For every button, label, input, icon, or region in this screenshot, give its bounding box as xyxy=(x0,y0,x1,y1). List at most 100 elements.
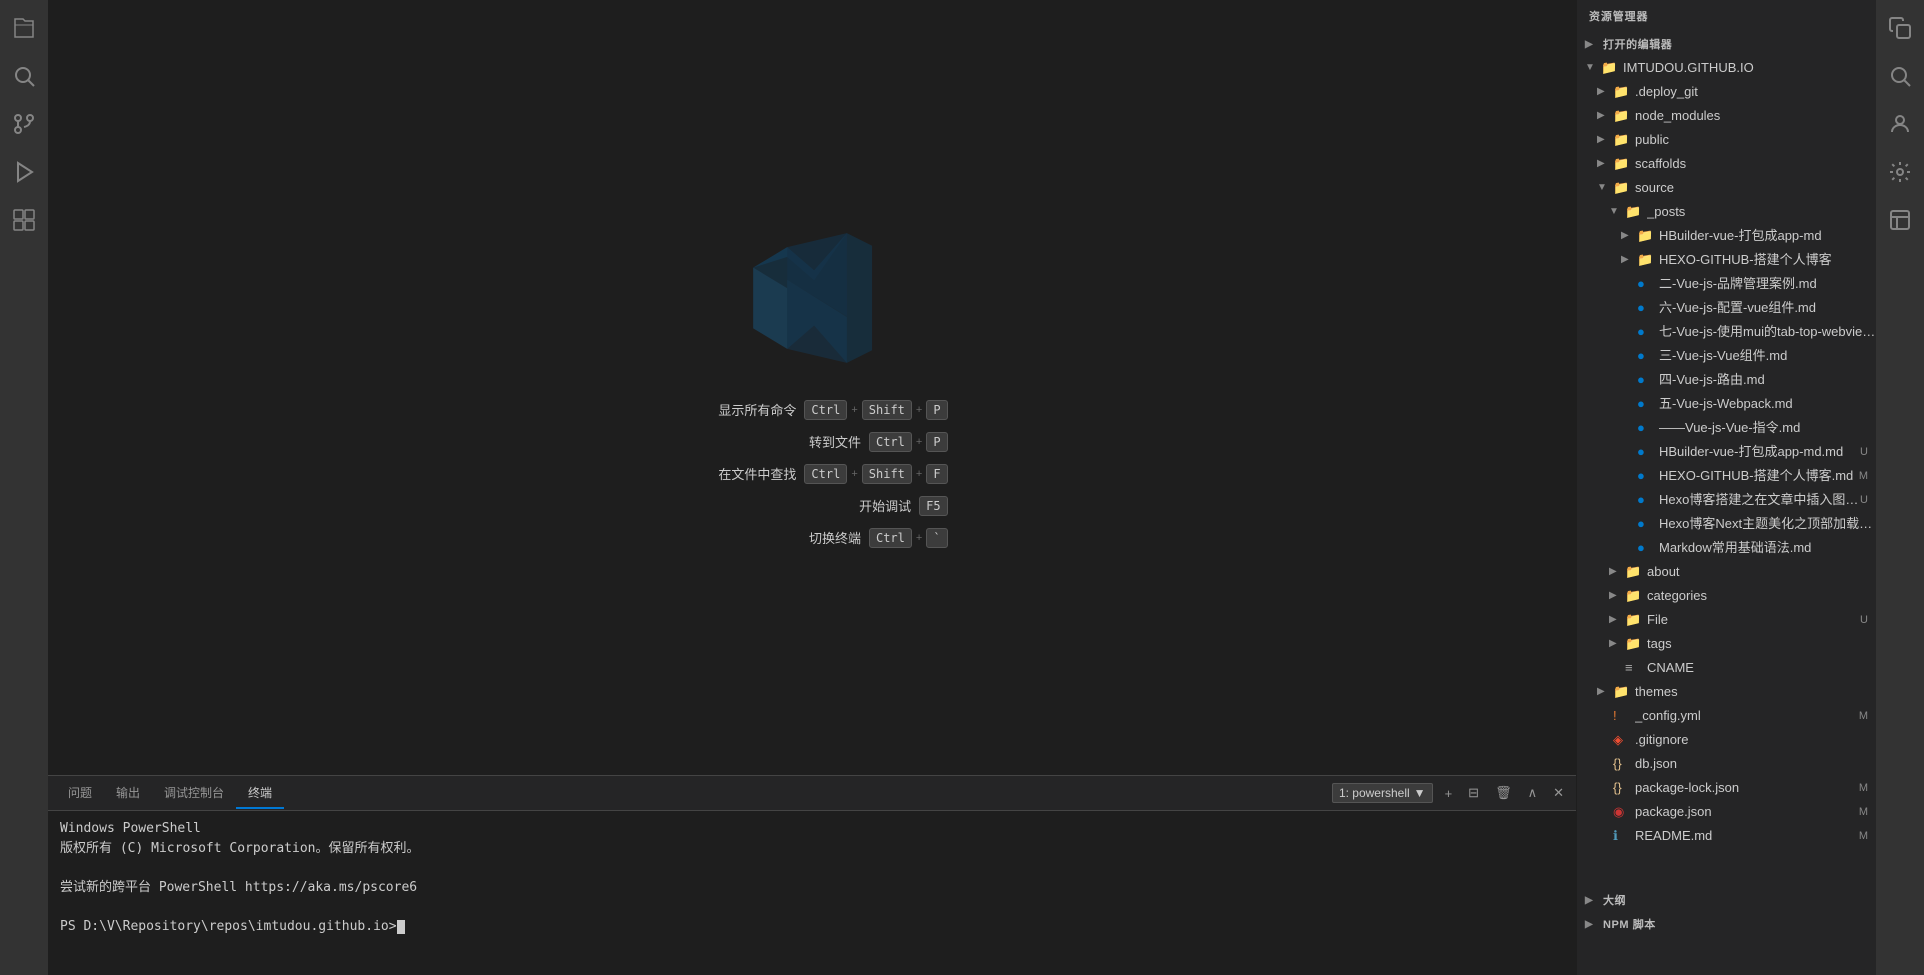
tree-item-file-folder[interactable]: ▶ 📁 File U xyxy=(1577,608,1876,632)
markdown-dot: ● xyxy=(1637,537,1655,559)
vue-webpack-dot: ● xyxy=(1637,393,1655,415)
outline-arrow: ▶ xyxy=(1585,895,1601,906)
public-icon: 📁 xyxy=(1613,129,1631,151)
hbuilder2-label: HBuilder-vue-打包成app-md.md xyxy=(1659,441,1860,463)
add-terminal-button[interactable]: + xyxy=(1441,784,1457,803)
kbd-group-find: Ctrl + Shift + F xyxy=(804,464,947,484)
file-folder-badge: U xyxy=(1860,609,1868,631)
kbd-group-file: Ctrl + P xyxy=(869,432,948,452)
kbd-backtick: ` xyxy=(926,528,947,548)
terminal-panel: 问题 输出 调试控制台 终端 1: powershell ▼ + ⊟ 🗑 ∧ ✕… xyxy=(48,775,1576,975)
tree-item-package-lock[interactable]: {} package-lock.json M xyxy=(1577,776,1876,800)
tree-item-about[interactable]: ▶ 📁 about xyxy=(1577,560,1876,584)
about-icon: 📁 xyxy=(1625,561,1643,583)
account-icon[interactable] xyxy=(1876,100,1924,148)
tree-item-tags[interactable]: ▶ 📁 tags xyxy=(1577,632,1876,656)
tree-item-hexo-github1[interactable]: ▶ 📁 HEXO-GITHUB-搭建个人博客 xyxy=(1577,248,1876,272)
kbd-p: P xyxy=(926,400,947,420)
tree-item-vue-tab[interactable]: ● 七-Vue-js-使用mui的tab-top-webview-main完成分… xyxy=(1577,320,1876,344)
tree-item-categories[interactable]: ▶ 📁 categories xyxy=(1577,584,1876,608)
tree-item-vue-component[interactable]: ● 三-Vue-js-Vue组件.md xyxy=(1577,344,1876,368)
maximize-panel-button[interactable]: ∧ xyxy=(1524,783,1542,803)
debug-icon[interactable] xyxy=(0,148,48,196)
deploy-git-label: .deploy_git xyxy=(1635,81,1876,103)
source-control-icon[interactable] xyxy=(0,100,48,148)
kill-terminal-button[interactable]: 🗑 xyxy=(1491,783,1516,803)
extensions-icon[interactable] xyxy=(0,196,48,244)
tree-item-config[interactable]: ! _config.yml M xyxy=(1577,704,1876,728)
scaffolds-label: scaffolds xyxy=(1635,153,1876,175)
hexo-insert-label: Hexo博客搭建之在文章中插入图片.md xyxy=(1659,489,1860,511)
hexo-github2-badge: M xyxy=(1859,465,1868,487)
hexo-github1-arrow: ▶ xyxy=(1621,249,1637,271)
tree-item-vue-brand[interactable]: ● 二-Vue-js-品牌管理案例.md xyxy=(1577,272,1876,296)
tree-item-vue-directive[interactable]: ● ——Vue-js-Vue-指令.md xyxy=(1577,416,1876,440)
tree-item-hexo-insert[interactable]: ● Hexo博客搭建之在文章中插入图片.md U xyxy=(1577,488,1876,512)
shortcut-label-commands: 显示所有命令 xyxy=(676,400,796,419)
vue-config-dot: ● xyxy=(1637,297,1655,319)
scaffolds-icon: 📁 xyxy=(1613,153,1631,175)
cname-label: CNAME xyxy=(1647,657,1876,679)
tree-item-markdown[interactable]: ● Markdow常用基础语法.md xyxy=(1577,536,1876,560)
kbd-ctrl4: Ctrl xyxy=(869,528,912,548)
package-lock-icon: {} xyxy=(1613,777,1631,799)
sidebar-header: 资源管理器 xyxy=(1577,0,1876,32)
tree-item-hbuilder2[interactable]: ● HBuilder-vue-打包成app-md.md U xyxy=(1577,440,1876,464)
cname-icon: ≡ xyxy=(1625,657,1643,679)
file-folder-icon: 📁 xyxy=(1625,609,1643,631)
tree-item-db-json[interactable]: {} db.json xyxy=(1577,752,1876,776)
root-folder[interactable]: ▼ 📁 IMTUDOU.GITHUB.IO xyxy=(1577,56,1876,80)
hbuilder2-dot: ● xyxy=(1637,441,1655,463)
close-panel-button[interactable]: ✕ xyxy=(1549,783,1568,803)
main-area: 显示所有命令 Ctrl + Shift + P 转到文件 Ctrl + P xyxy=(48,0,1576,975)
about-label: about xyxy=(1647,561,1876,583)
tree-item-node-modules[interactable]: ▶ 📁 node_modules xyxy=(1577,104,1876,128)
tab-output[interactable]: 输出 xyxy=(104,778,152,809)
tree-item-vue-router[interactable]: ● 四-Vue-js-路由.md xyxy=(1577,368,1876,392)
npm-scripts-section[interactable]: ▶ NPM 脚本 xyxy=(1577,912,1876,936)
kbd-group-commands: Ctrl + Shift + P xyxy=(804,400,947,420)
tree-item-gitignore[interactable]: ◈ .gitignore xyxy=(1577,728,1876,752)
outline-section[interactable]: ▶ 大纲 xyxy=(1577,888,1876,912)
open-editors-section[interactable]: ▶ 打开的编辑器 xyxy=(1577,32,1876,56)
tree-item-themes[interactable]: ▶ 📁 themes xyxy=(1577,680,1876,704)
search-icon-right[interactable] xyxy=(1876,52,1924,100)
posts-icon: 📁 xyxy=(1625,201,1643,223)
tree-item-source[interactable]: ▼ 📁 source xyxy=(1577,176,1876,200)
tree-item-public[interactable]: ▶ 📁 public xyxy=(1577,128,1876,152)
readme-icon: ℹ xyxy=(1613,825,1631,847)
files-icon[interactable] xyxy=(0,4,48,52)
terminal-line-3 xyxy=(60,858,1564,878)
activity-bar xyxy=(0,0,48,975)
search-icon[interactable] xyxy=(0,52,48,100)
tab-terminal[interactable]: 终端 xyxy=(236,778,284,809)
tree-item-scaffolds[interactable]: ▶ 📁 scaffolds xyxy=(1577,152,1876,176)
terminal-content[interactable]: Windows PowerShell 版权所有 (C) Microsoft Co… xyxy=(48,811,1576,975)
tree-item-vue-webpack[interactable]: ● 五-Vue-js-Webpack.md xyxy=(1577,392,1876,416)
shortcut-debug: 开始调试 F5 xyxy=(791,496,947,516)
tree-item-hexo-github2[interactable]: ● HEXO-GITHUB-搭建个人博客.md M xyxy=(1577,464,1876,488)
terminal-line-4: 尝试新的跨平台 PowerShell https://aka.ms/pscore… xyxy=(60,878,1564,898)
tree-item-posts[interactable]: ▼ 📁 _posts xyxy=(1577,200,1876,224)
tree-item-package-json[interactable]: ◉ package.json M xyxy=(1577,800,1876,824)
vue-tab-label: 七-Vue-js-使用mui的tab-top-webview-main完成分类滑… xyxy=(1659,321,1876,343)
package-json-badge: M xyxy=(1859,801,1868,823)
split-terminal-button[interactable]: ⊟ xyxy=(1464,783,1483,803)
copy-icon[interactable] xyxy=(1876,4,1924,52)
terminal-line-2: 版权所有 (C) Microsoft Corporation。保留所有权利。 xyxy=(60,839,1564,859)
terminal-cursor xyxy=(397,920,405,934)
shell-selector[interactable]: 1: powershell ▼ xyxy=(1332,783,1433,803)
gear-icon[interactable] xyxy=(1876,148,1924,196)
hbuilder1-label: HBuilder-vue-打包成app-md xyxy=(1659,225,1876,247)
tab-problems[interactable]: 问题 xyxy=(56,778,104,809)
tree-item-cname[interactable]: ≡ CNAME xyxy=(1577,656,1876,680)
terminal-prompt: PS D:\V\Repository\repos\imtudou.github.… xyxy=(60,917,1564,937)
tree-item-hexo-next[interactable]: ● Hexo博客Next主题美化之顶部加载进度条.md xyxy=(1577,512,1876,536)
kbd-p2: P xyxy=(926,432,947,452)
tree-item-hbuilder1[interactable]: ▶ 📁 HBuilder-vue-打包成app-md xyxy=(1577,224,1876,248)
tab-debug-console[interactable]: 调试控制台 xyxy=(152,778,236,809)
layout-icon[interactable] xyxy=(1876,196,1924,244)
tree-item-readme[interactable]: ℹ README.md M xyxy=(1577,824,1876,848)
tree-item-vue-config[interactable]: ● 六-Vue-js-配置-vue组件.md xyxy=(1577,296,1876,320)
tree-item-deploy-git[interactable]: ▶ 📁 .deploy_git xyxy=(1577,80,1876,104)
